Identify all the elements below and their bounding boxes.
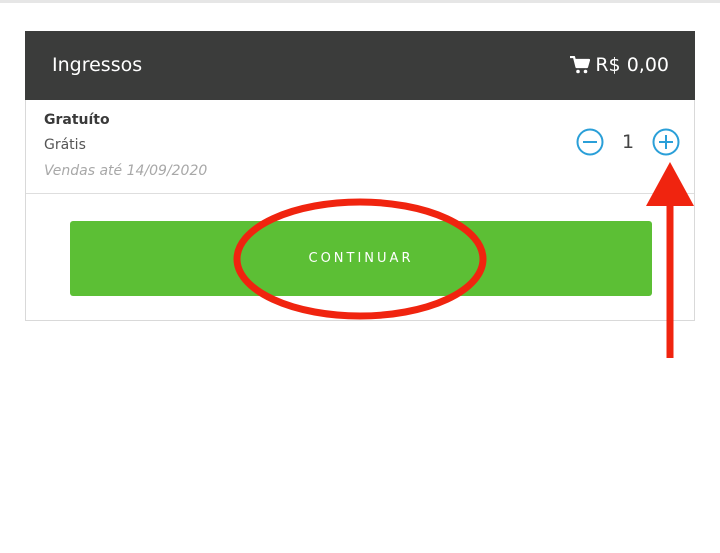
quantity-value: 1 xyxy=(621,131,635,153)
ticket-row: Gratuíto Grátis Vendas até 14/09/2020 1 xyxy=(26,100,694,194)
cart-total: R$ 0,00 xyxy=(595,54,669,76)
minus-circle-icon[interactable] xyxy=(576,128,604,156)
ticket-sales-deadline: Vendas até 14/09/2020 xyxy=(44,163,208,179)
cart-summary[interactable]: R$ 0,00 xyxy=(570,53,669,77)
quantity-stepper: 1 xyxy=(576,128,680,156)
ticket-name: Gratuíto xyxy=(44,112,110,128)
shopping-cart-icon xyxy=(570,56,591,74)
continue-button[interactable]: CONTINUAR xyxy=(70,221,652,296)
ticket-widget: Ingressos R$ 0,00 Gratuíto Grátis Vendas… xyxy=(25,31,695,321)
widget-title: Ingressos xyxy=(52,54,143,76)
top-divider xyxy=(0,0,720,3)
ticket-price: Grátis xyxy=(44,137,86,153)
plus-circle-icon[interactable] xyxy=(652,128,680,156)
widget-header: Ingressos R$ 0,00 xyxy=(25,31,695,100)
